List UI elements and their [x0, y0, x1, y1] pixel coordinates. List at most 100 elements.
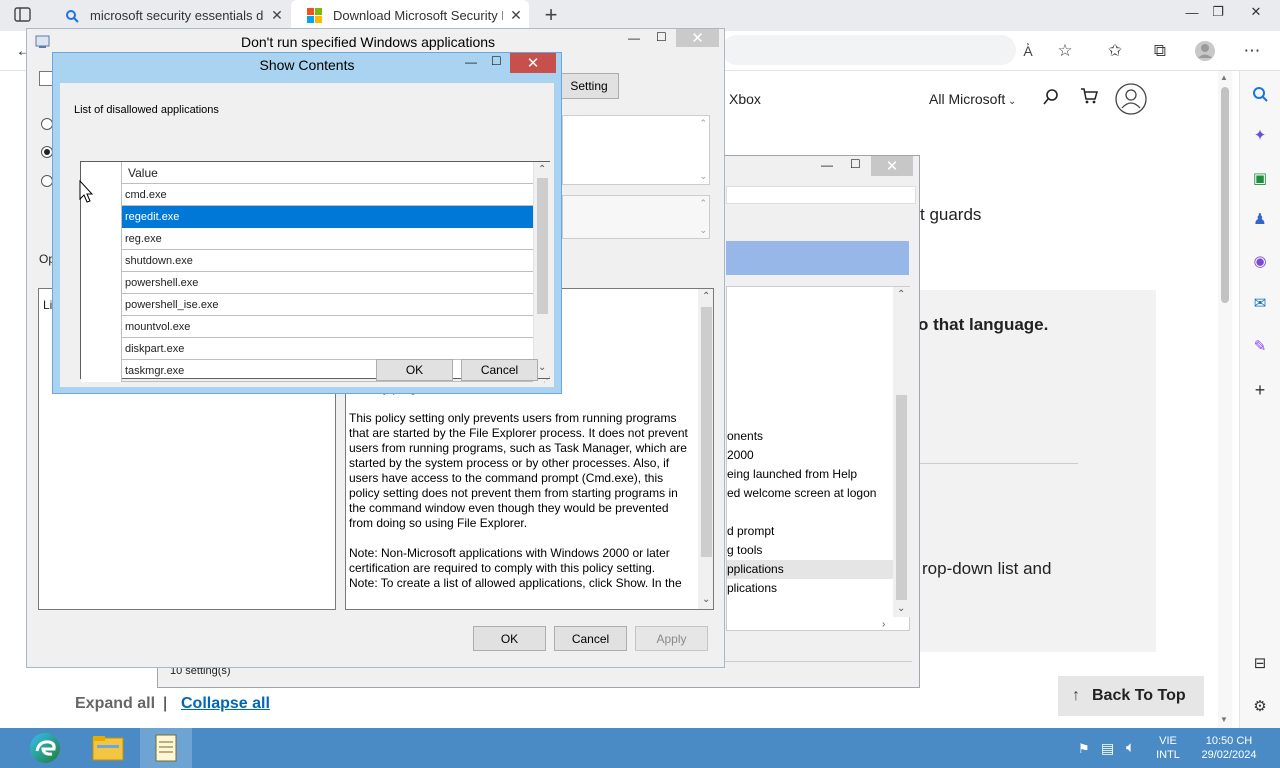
- scrollbar-thumb[interactable]: [896, 395, 907, 600]
- minimize-icon[interactable]: —: [465, 55, 477, 69]
- list-item[interactable]: ed welcome screen at logon: [727, 484, 893, 503]
- table-row[interactable]: reg.exe: [81, 228, 533, 250]
- scroll-up-icon[interactable]: ⌃: [702, 291, 710, 302]
- scroll-down-icon[interactable]: ▼: [1220, 715, 1228, 724]
- favorites-icon[interactable]: ✩: [1103, 39, 1127, 63]
- cancel-button[interactable]: Cancel: [554, 626, 627, 651]
- help-scrollbar[interactable]: ⌃ ⌄: [698, 289, 713, 609]
- resize-grip-icon[interactable]: ⋰: [543, 375, 551, 384]
- scroll-down-icon[interactable]: ⌄: [897, 603, 905, 614]
- list-item[interactable]: d prompt: [727, 522, 893, 541]
- scroll-right-icon[interactable]: ›: [882, 619, 885, 630]
- back-to-top-button[interactable]: ↑ Back To Top: [1058, 676, 1204, 716]
- close-icon[interactable]: ✕: [676, 29, 719, 47]
- more-options-icon[interactable]: ⋯: [1240, 39, 1264, 63]
- cancel-button[interactable]: Cancel: [461, 359, 538, 381]
- next-setting-button[interactable]: Setting: [559, 73, 619, 99]
- search-icon[interactable]: [1248, 82, 1272, 106]
- list-scrollbar[interactable]: ⌃ ⌄: [893, 287, 910, 617]
- list-item[interactable]: [727, 503, 893, 522]
- restore-icon[interactable]: ❐: [1202, 0, 1234, 24]
- comment-box[interactable]: ⌃ ⌄: [562, 115, 710, 185]
- page-scrollbar-thumb[interactable]: [1221, 87, 1229, 303]
- table-row[interactable]: powershell.exe: [81, 272, 533, 294]
- ok-button[interactable]: OK: [376, 359, 453, 381]
- settings-icon[interactable]: ⚙: [1248, 694, 1272, 718]
- close-icon[interactable]: ✕: [510, 53, 556, 73]
- scrollbar-thumb[interactable]: [537, 178, 548, 314]
- designer-icon[interactable]: ✎: [1248, 334, 1272, 358]
- shopping-icon[interactable]: ▣: [1248, 166, 1272, 190]
- account-icon[interactable]: [1114, 82, 1148, 116]
- maximize-icon[interactable]: ☐: [491, 54, 502, 68]
- value-cell[interactable]: reg.exe: [122, 228, 533, 250]
- scrollbar-thumb[interactable]: [701, 307, 712, 557]
- scroll-up-icon[interactable]: ⌃: [538, 164, 546, 175]
- browser-tab-download[interactable]: Download Microsoft Security E ✕: [291, 0, 529, 31]
- sidebar-toggle-icon[interactable]: ⊟: [1248, 651, 1272, 675]
- scroll-up-icon[interactable]: ⌃: [897, 289, 905, 300]
- address-bar[interactable]: [722, 35, 1016, 65]
- close-icon[interactable]: ✕: [871, 156, 913, 176]
- table-row[interactable]: cmd.exe: [81, 184, 533, 206]
- add-favorite-icon[interactable]: ☆: [1053, 39, 1077, 63]
- scroll-up-icon[interactable]: ⌃: [699, 198, 707, 209]
- row-header[interactable]: [81, 206, 122, 228]
- row-header[interactable]: [81, 338, 122, 360]
- column-header-value[interactable]: Value: [122, 162, 533, 184]
- games-icon[interactable]: ♟: [1248, 207, 1272, 231]
- apply-button[interactable]: Apply: [635, 626, 708, 651]
- scroll-down-icon[interactable]: ⌄: [702, 594, 710, 605]
- list-item[interactable]: g tools: [727, 541, 893, 560]
- expand-all-link[interactable]: Expand all: [75, 695, 155, 713]
- table-row[interactable]: diskpart.exe: [81, 338, 533, 360]
- language-indicator[interactable]: VIE INTL: [1155, 734, 1181, 762]
- scroll-up-icon[interactable]: ▲: [1220, 73, 1228, 82]
- minimize-icon[interactable]: —: [821, 158, 833, 172]
- value-cell[interactable]: regedit.exe: [122, 206, 533, 228]
- table-row[interactable]: powershell_ise.exe: [81, 294, 533, 316]
- minimize-icon[interactable]: —: [628, 31, 640, 45]
- new-tab-button[interactable]: +: [540, 4, 562, 26]
- collapse-all-link[interactable]: Collapse all: [181, 695, 270, 713]
- maximize-icon[interactable]: ☐: [656, 30, 667, 44]
- close-tab-icon[interactable]: ✕: [503, 7, 529, 24]
- row-header[interactable]: [81, 316, 122, 338]
- tab-actions-icon[interactable]: [14, 7, 34, 25]
- value-cell[interactable]: diskpart.exe: [122, 338, 533, 360]
- notepad-icon[interactable]: [140, 728, 192, 768]
- ok-button[interactable]: OK: [473, 626, 546, 651]
- scroll-down-icon[interactable]: ⌄: [699, 171, 707, 182]
- scroll-up-icon[interactable]: ⌃: [699, 118, 707, 129]
- value-cell[interactable]: shutdown.exe: [122, 250, 533, 272]
- list-item[interactable]: eing launched from Help: [727, 465, 893, 484]
- close-tab-icon[interactable]: ✕: [264, 7, 290, 24]
- browser-tab-search[interactable]: microsoft security essentials do ✕: [48, 0, 290, 31]
- scroll-down-icon[interactable]: ⌄: [538, 362, 546, 373]
- table-row[interactable]: mountvol.exe: [81, 316, 533, 338]
- collections-icon[interactable]: ⧉: [1148, 39, 1172, 63]
- file-explorer-icon[interactable]: [82, 728, 134, 768]
- row-header[interactable]: [81, 272, 122, 294]
- value-cell[interactable]: cmd.exe: [122, 184, 533, 206]
- table-row[interactable]: shutdown.exe: [81, 250, 533, 272]
- table-row[interactable]: regedit.exe: [81, 206, 533, 228]
- scroll-down-icon[interactable]: ⌄: [699, 225, 707, 236]
- nav-all-microsoft-link[interactable]: All Microsoft: [929, 91, 1005, 107]
- volume-icon[interactable]: 🔈︎: [1126, 739, 1135, 756]
- row-header[interactable]: [81, 250, 122, 272]
- value-cell[interactable]: mountvol.exe: [122, 316, 533, 338]
- microsoft-365-icon[interactable]: ◉: [1248, 249, 1272, 273]
- profile-icon[interactable]: [1193, 39, 1217, 63]
- row-header[interactable]: [81, 228, 122, 250]
- list-item[interactable]: pplications: [727, 560, 893, 579]
- read-aloud-icon[interactable]: A͐: [1016, 39, 1040, 63]
- copilot-icon[interactable]: ✦: [1248, 123, 1272, 147]
- page-scrollbar[interactable]: ▲ ▼: [1218, 71, 1232, 728]
- network-icon[interactable]: ▤: [1101, 740, 1114, 757]
- row-header[interactable]: [81, 294, 122, 316]
- value-cell[interactable]: powershell.exe: [122, 272, 533, 294]
- close-icon[interactable]: ✕: [1240, 0, 1272, 24]
- add-icon[interactable]: +: [1248, 378, 1272, 402]
- list-item[interactable]: onents: [727, 427, 893, 446]
